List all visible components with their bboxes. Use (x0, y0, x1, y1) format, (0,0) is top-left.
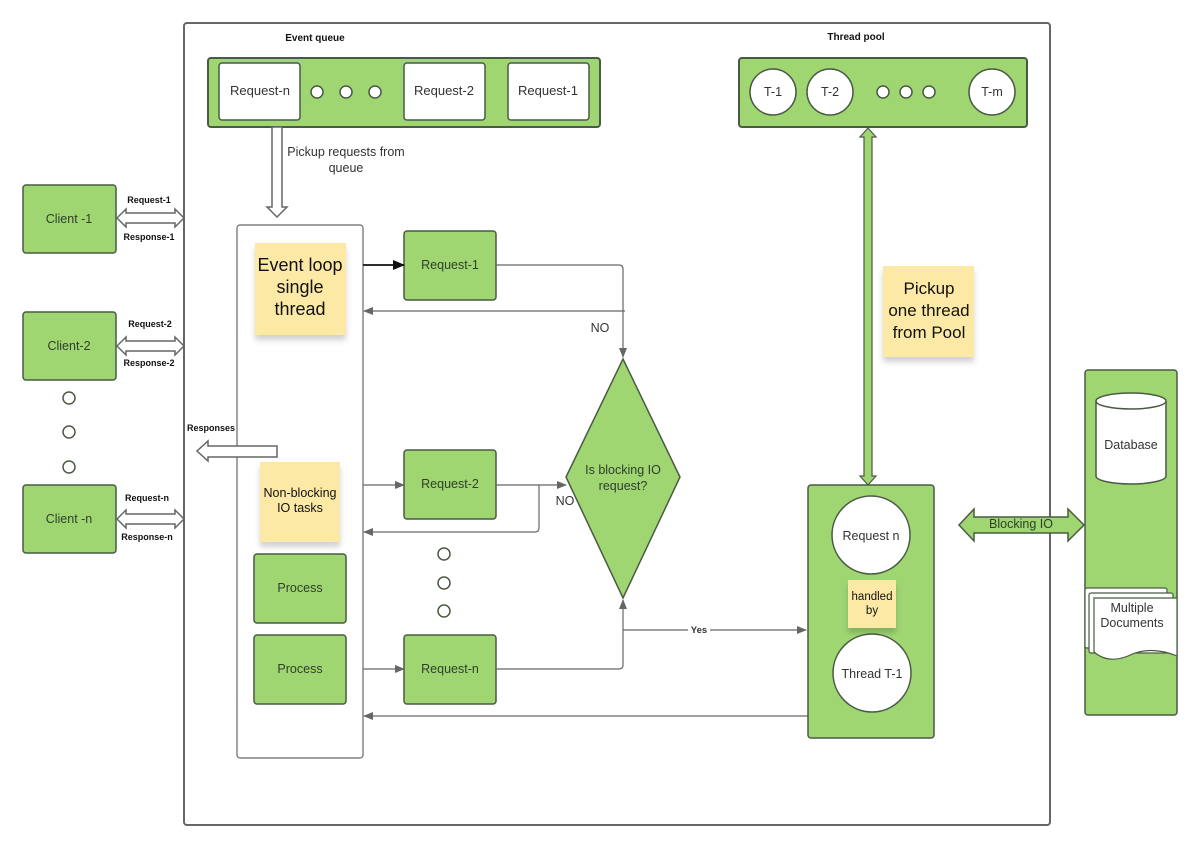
ellipsis-dot (876, 85, 890, 99)
queue-item-request-n[interactable]: Request-n (218, 62, 301, 121)
client-2-response-label: Response-2 (123, 358, 174, 368)
process-box-1[interactable]: Process (253, 553, 347, 624)
thread-tm[interactable]: T-m (968, 68, 1016, 116)
pickup-note-line3: from Pool (893, 323, 966, 342)
no-label-side: NO (556, 494, 575, 508)
database-cylinder[interactable]: Database (1095, 392, 1167, 485)
event-loop-note-line2: single (276, 277, 323, 297)
thread-label: T-2 (821, 85, 839, 99)
ellipsis-dot (922, 85, 936, 99)
client-n-request-label: Request-n (125, 493, 169, 503)
process-label: Process (277, 662, 322, 676)
documents-icon[interactable]: Multiple Documents (1084, 587, 1178, 660)
handled-by-line1: handled (852, 591, 893, 603)
database-label: Database (1104, 438, 1158, 452)
worker-thread-label: Thread T-1 (842, 667, 903, 681)
pickup-label-line2: queue (329, 161, 364, 175)
queue-item-label: Request-n (230, 83, 290, 98)
request-label: Request-n (421, 662, 479, 676)
client-1-request-label: Request-1 (127, 195, 171, 205)
blocking-io-label: Blocking IO (989, 517, 1053, 531)
thread-t2[interactable]: T-2 (806, 68, 854, 116)
responses-label: Responses (187, 423, 235, 433)
pickup-arrow (265, 126, 289, 219)
thread-t1[interactable]: T-1 (749, 68, 797, 116)
decision-line2: request? (599, 479, 648, 493)
request-1-box[interactable]: Request-1 (403, 230, 497, 301)
no-label-top: NO (591, 321, 610, 335)
queue-item-label: Request-1 (518, 83, 578, 98)
ellipsis-dot (899, 85, 913, 99)
client-label: Client -n (46, 512, 93, 526)
documents-line2: Documents (1100, 616, 1163, 630)
ellipsis-dot (368, 85, 382, 99)
client-label: Client -1 (46, 212, 93, 226)
client-label: Client-2 (47, 339, 90, 353)
thread-pool-title: Thread pool (827, 32, 884, 43)
worker-request-label: Request n (843, 529, 900, 543)
thread-label: T-m (981, 85, 1003, 99)
process-label: Process (277, 581, 322, 595)
request-n-to-decision-line (496, 599, 627, 670)
client-2-request-label: Request-2 (128, 319, 172, 329)
event-queue-title: Event queue (285, 33, 345, 44)
blocking-io-decision[interactable]: Is blocking IO request? (565, 357, 681, 600)
client-2[interactable]: Client-2 (22, 311, 117, 381)
request-2-box[interactable]: Request-2 (403, 449, 497, 520)
client-n[interactable]: Client -n (22, 484, 117, 554)
client-1-double-arrow (115, 207, 186, 229)
queue-item-request-1[interactable]: Request-1 (507, 62, 590, 121)
client-1-response-label: Response-1 (123, 232, 174, 242)
client-1[interactable]: Client -1 (22, 184, 117, 254)
worker-request-circle[interactable]: Request n (831, 495, 911, 575)
ellipsis-dot (62, 425, 76, 439)
yes-label: Yes (691, 625, 707, 636)
ellipsis-dot (62, 391, 76, 405)
thread-label: T-1 (764, 85, 782, 99)
request-n-box[interactable]: Request-n (403, 634, 497, 705)
ellipsis-dot (339, 85, 353, 99)
nonblocking-note-line1: Non-blocking (264, 486, 337, 500)
ellipsis-dot (437, 547, 451, 561)
diagram-canvas: Event queue Request-n Request-2 Request-… (22, 22, 1178, 826)
nonblocking-note-line2: IO tasks (277, 501, 323, 515)
worker-thread-circle[interactable]: Thread T-1 (832, 633, 912, 713)
handled-by-line2: by (866, 605, 878, 617)
client-n-response-label: Response-n (121, 532, 173, 542)
event-loop-note-line3: thread (274, 299, 325, 319)
request-label: Request-1 (421, 258, 479, 272)
client-2-double-arrow (115, 335, 186, 357)
documents-line1: Multiple (1110, 601, 1153, 615)
pickup-note-line2: one thread (888, 301, 969, 320)
request-label: Request-2 (421, 477, 479, 491)
handled-by-note (848, 580, 896, 628)
ellipsis-dot (62, 460, 76, 474)
ellipsis-dot (437, 576, 451, 590)
ellipsis-dot (437, 604, 451, 618)
queue-item-request-2[interactable]: Request-2 (403, 62, 486, 121)
client-n-double-arrow (115, 508, 186, 530)
pickup-note-line1: Pickup (903, 279, 954, 298)
ellipsis-dot (310, 85, 324, 99)
pickup-label-line1: Pickup requests from (287, 145, 404, 159)
thread-pool-double-arrow (858, 127, 878, 486)
queue-item-label: Request-2 (414, 83, 474, 98)
event-loop-note-line1: Event loop (257, 255, 342, 275)
process-box-2[interactable]: Process (253, 634, 347, 705)
decision-line1: Is blocking IO (585, 463, 661, 477)
